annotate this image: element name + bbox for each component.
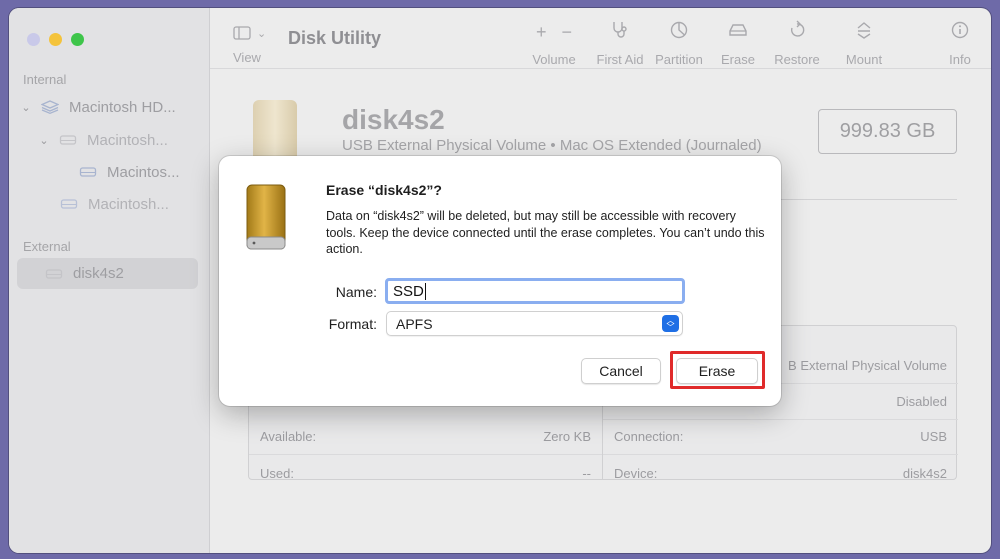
mount-label: Mount (845, 52, 883, 67)
stack-icon (41, 100, 59, 114)
sidebar-item-macintosh-data[interactable]: Macintosh... (60, 189, 169, 219)
mount-icon (834, 20, 894, 44)
pie-chart-icon (646, 20, 712, 44)
chevron-down-icon: ⌄ (257, 27, 267, 40)
volume-button[interactable]: + − Volume (521, 20, 587, 67)
sidebar-toggle-icon (233, 26, 251, 40)
minimize-button[interactable] (49, 33, 62, 46)
toolbar: ⌄ View Disk Utility + − Volume First Aid… (210, 8, 991, 69)
dialog-title: Erase “disk4s2”? (326, 182, 442, 198)
first-aid-label: First Aid (596, 52, 644, 67)
stethoscope-icon (587, 20, 653, 44)
sidebar-item-macintosh-hd[interactable]: ⌄ Macintosh HD... (19, 92, 176, 122)
partition-button[interactable]: Partition (646, 20, 712, 67)
eraser-icon (708, 20, 768, 44)
info-icon (930, 20, 990, 44)
up-down-chevron-icon: ︿ ﹀ (662, 315, 679, 332)
sidebar: Internal ⌄ Macintosh HD... ⌄ Macintosh..… (9, 8, 210, 553)
disk-name: disk4s2 (342, 104, 445, 135)
disk-size-badge: 999.83 GB (818, 109, 957, 154)
sidebar-item-macintosh-container[interactable]: ⌄ Macintosh... (37, 125, 168, 155)
format-label: Format: (328, 316, 377, 332)
first-aid-button[interactable]: First Aid (587, 20, 653, 67)
info-row-used: Used: -- (260, 465, 591, 481)
app-title: Disk Utility (288, 28, 382, 48)
traffic-lights (27, 33, 84, 46)
sidebar-item-label: Macintosh... (87, 131, 168, 149)
info-row-connection: Connection: USB (603, 419, 958, 455)
view-button[interactable]: ⌄ View (233, 22, 266, 65)
info-button[interactable]: Info (930, 20, 990, 67)
sidebar-section-internal: Internal (23, 72, 67, 87)
sidebar-item-label: Macintosh... (88, 195, 169, 213)
text-caret (424, 282, 427, 300)
erase-toolbar-label: Erase (721, 52, 755, 67)
cancel-button[interactable]: Cancel (581, 358, 661, 384)
sidebar-item-label: Macintosh HD... (69, 98, 176, 116)
info-row-available: Available: Zero KB (249, 419, 602, 455)
chevron-down-icon[interactable]: ⌄ (37, 134, 51, 147)
drive-icon (59, 135, 77, 145)
restore-label: Restore (774, 52, 820, 67)
sidebar-item-macintosh-volume[interactable]: Macintos... (79, 157, 180, 187)
restore-arrow-icon (767, 20, 827, 44)
format-select-value: APFS (396, 315, 433, 332)
dialog-message: Data on “disk4s2” will be deleted, but m… (326, 209, 765, 256)
disk-description: USB External Physical Volume • Mac OS Ex… (342, 137, 762, 154)
chevron-down-icon[interactable]: ⌄ (19, 101, 33, 114)
sidebar-item-label: disk4s2 (73, 265, 124, 282)
name-input-value: SSD (393, 282, 424, 300)
partition-label: Partition (655, 52, 703, 67)
external-drive-icon (246, 184, 286, 250)
sidebar-item-disk4s2[interactable]: disk4s2 (17, 258, 198, 289)
erase-dialog: Erase “disk4s2”? Data on “disk4s2” will … (219, 156, 781, 406)
info-row-device: Device: disk4s2 (614, 465, 947, 481)
info-label: Info (949, 52, 971, 67)
name-input[interactable]: SSD (385, 278, 685, 304)
format-select[interactable]: APFS ︿ ﹀ (386, 311, 683, 336)
view-label: View (233, 50, 261, 65)
sidebar-item-label: Macintos... (107, 163, 180, 181)
erase-button-highlight (670, 351, 765, 389)
restore-button[interactable]: Restore (767, 20, 827, 67)
erase-toolbar-button[interactable]: Erase (708, 20, 768, 67)
close-button[interactable] (27, 33, 40, 46)
mount-button[interactable]: Mount (834, 20, 894, 67)
sidebar-section-external: External (23, 239, 71, 254)
drive-icon (60, 199, 78, 209)
plus-minus-icon: + − (535, 22, 573, 42)
volume-label: Volume (532, 52, 576, 67)
zoom-button[interactable] (71, 33, 84, 46)
drive-icon (79, 167, 97, 177)
name-label: Name: (335, 284, 377, 300)
drive-icon (45, 268, 63, 279)
